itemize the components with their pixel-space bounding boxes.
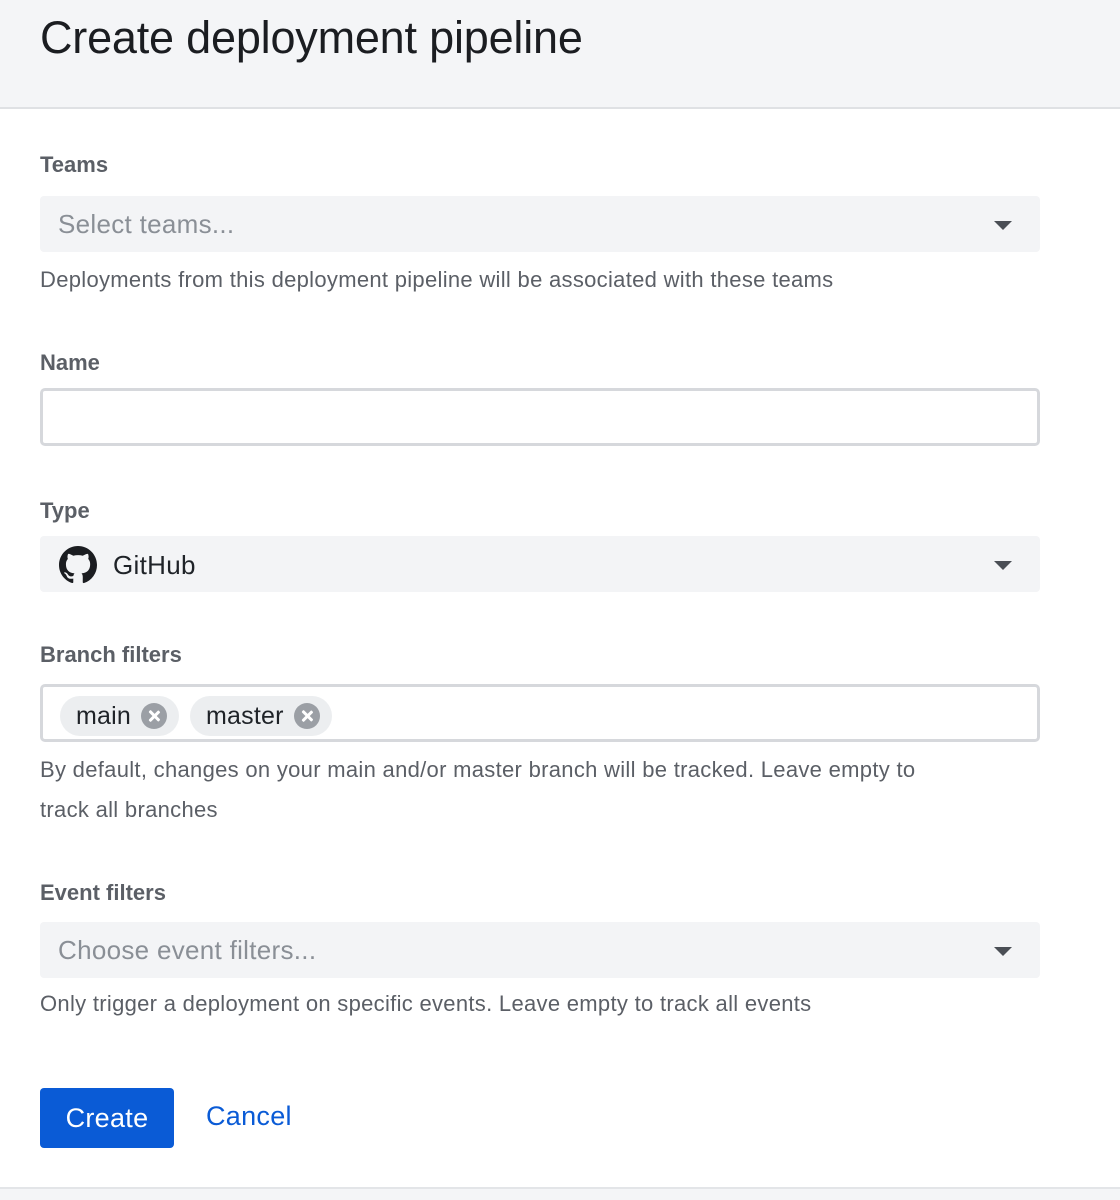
branch-chip-label: main bbox=[76, 701, 131, 730]
teams-select[interactable]: Select teams... bbox=[40, 196, 1040, 252]
branch-chip: main bbox=[60, 696, 179, 736]
branch-filters-help-line1: By default, changes on your main and/or … bbox=[40, 757, 916, 782]
teams-help-text: Deployments from this deployment pipelin… bbox=[40, 267, 834, 292]
name-input[interactable] bbox=[43, 391, 1037, 443]
github-icon bbox=[59, 546, 97, 584]
page-title: Create deployment pipeline bbox=[40, 12, 583, 63]
chevron-down-icon bbox=[994, 947, 1012, 956]
branch-chip-label: master bbox=[206, 701, 284, 730]
teams-label: Teams bbox=[40, 152, 109, 177]
type-select-value: GitHub bbox=[113, 550, 196, 580]
branch-filters-input[interactable]: main master bbox=[40, 684, 1040, 742]
type-select[interactable]: GitHub bbox=[40, 536, 1040, 592]
event-filters-help-text: Only trigger a deployment on specific ev… bbox=[40, 991, 812, 1016]
name-label: Name bbox=[40, 350, 100, 375]
footer-divider bbox=[0, 1187, 1120, 1200]
teams-select-placeholder: Select teams... bbox=[58, 209, 235, 239]
create-button[interactable]: Create bbox=[40, 1088, 174, 1148]
branch-chip: master bbox=[190, 696, 332, 736]
chevron-down-icon bbox=[994, 561, 1012, 570]
event-filters-placeholder: Choose event filters... bbox=[58, 935, 317, 965]
event-filters-select[interactable]: Choose event filters... bbox=[40, 922, 1040, 978]
cancel-button[interactable]: Cancel bbox=[206, 1101, 292, 1132]
remove-chip-icon[interactable] bbox=[293, 703, 320, 729]
type-label: Type bbox=[40, 498, 90, 523]
branch-filters-help-line2: track all branches bbox=[40, 797, 218, 822]
branch-filters-label: Branch filters bbox=[40, 642, 182, 667]
page-header: Create deployment pipeline bbox=[0, 0, 1120, 109]
name-input-wrapper bbox=[40, 388, 1040, 446]
event-filters-label: Event filters bbox=[40, 880, 166, 905]
remove-chip-icon[interactable] bbox=[141, 703, 167, 729]
chevron-down-icon bbox=[994, 221, 1012, 230]
